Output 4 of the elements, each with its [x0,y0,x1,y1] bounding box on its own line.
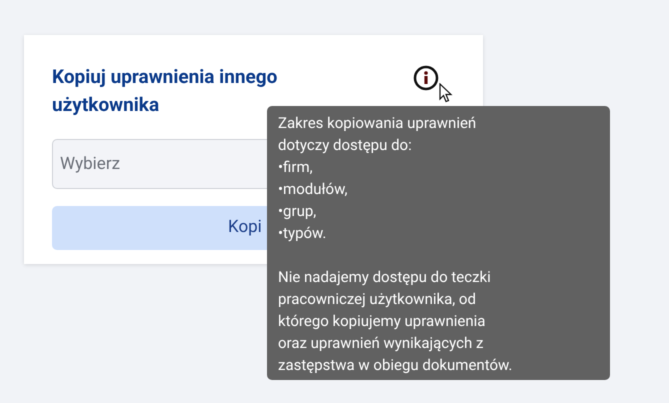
info-icon[interactable] [413,65,439,91]
tooltip-text: Nie nadajemy dostępu do teczki pracowniczej użytkownika, od którego kopiujemy uprawnienia oraz uprawnień wynikających z zastępstwa w obiegu dokumentów. [278,267,514,376]
card-title: Kopiuj uprawnienia innego użytkownika [52,64,278,118]
cursor-icon [439,83,453,103]
